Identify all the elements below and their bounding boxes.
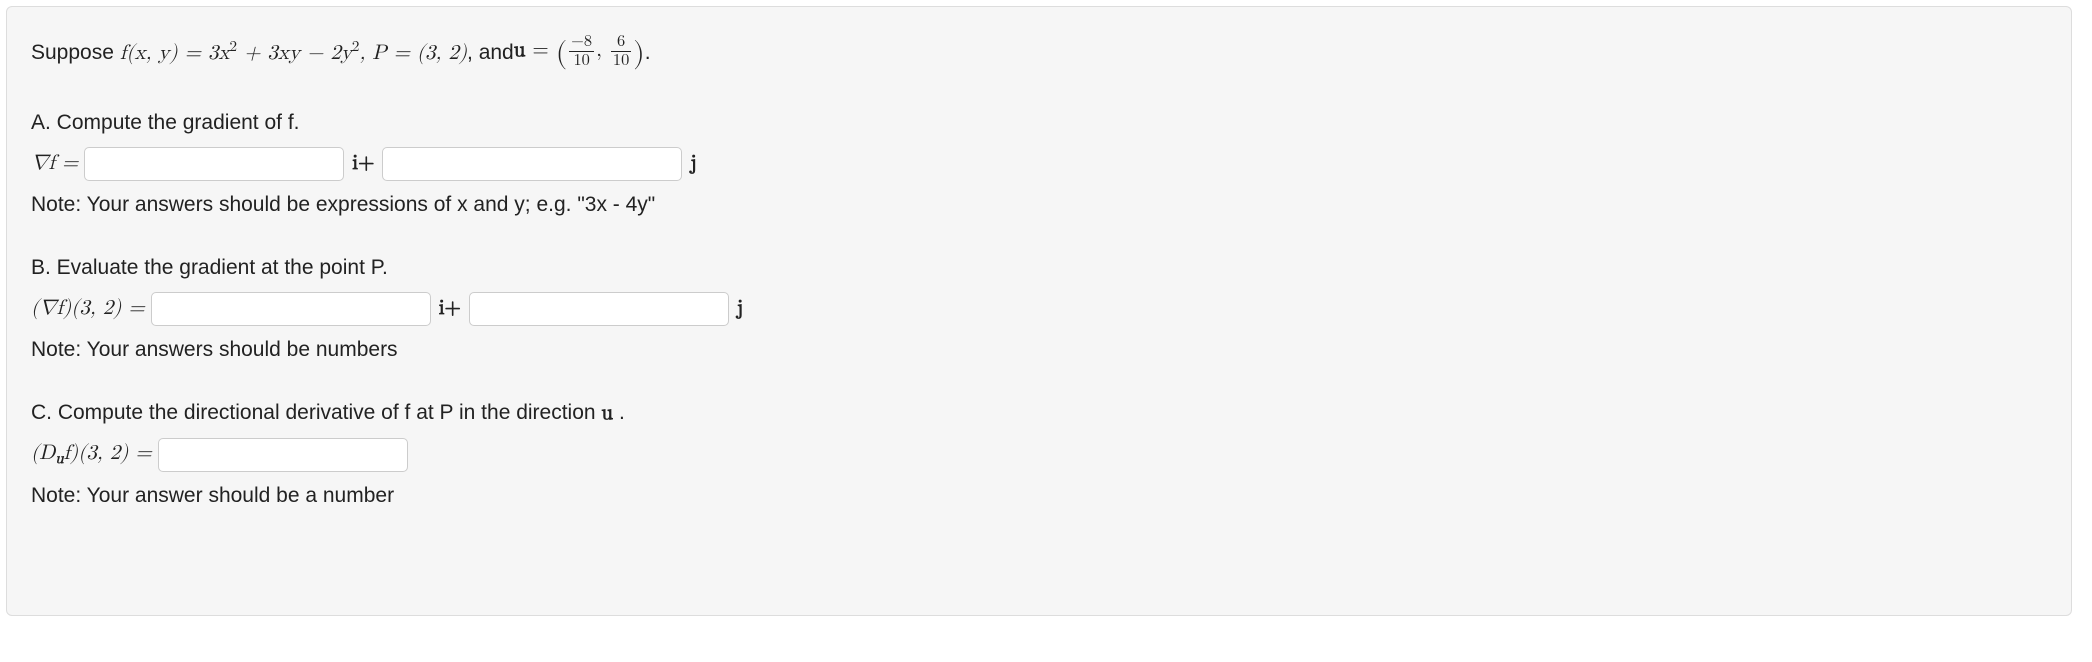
frac1-den: 10 xyxy=(569,52,594,69)
part-c-u: u xyxy=(601,403,613,424)
part-a-prompt: A. Compute the gradient of f. xyxy=(31,107,2047,139)
part-c-post: . xyxy=(613,401,625,424)
grad-j-input[interactable] xyxy=(382,147,682,181)
j-label-b: j xyxy=(737,293,743,325)
fraction-2: 610 xyxy=(609,34,633,70)
fxy: f(x, y) = 3x xyxy=(120,43,230,64)
part-c-note: Note: Your answer should be a number xyxy=(31,480,2047,512)
grad-p-j-input[interactable] xyxy=(469,292,729,326)
grad-at-p-label: (∇f)(3, 2) = xyxy=(31,293,145,325)
grad-i-input[interactable] xyxy=(84,147,344,181)
point-p: , P = (3, 2) xyxy=(359,43,467,64)
lparen-icon: ( xyxy=(556,38,567,68)
part-b-note: Note: Your answers should be numbers xyxy=(31,334,2047,366)
du-sub-u: u xyxy=(55,451,63,466)
i-plus-label-b: i+ xyxy=(439,293,461,325)
directional-deriv-label: (Duf)(3, 2) = xyxy=(31,438,152,471)
part-b-answer-row: (∇f)(3, 2) = i+ j xyxy=(31,292,2047,326)
frac2-den: 10 xyxy=(611,52,631,69)
math-expression: f(x, y) = 3x2 + 3xy − 2y2, P = (3, 2) xyxy=(120,36,467,70)
u-bold: u xyxy=(514,40,526,61)
part-a-note: Note: Your answers should be expressions… xyxy=(31,189,2047,221)
term2: + 3xy − 2y xyxy=(237,43,352,64)
grad-p-i-input[interactable] xyxy=(151,292,431,326)
comma: , xyxy=(596,40,609,61)
part-c-answer-row: (Duf)(3, 2) = xyxy=(31,438,2047,472)
part-c-pre: C. Compute the directional derivative of… xyxy=(31,401,601,424)
problem-container: Suppose f(x, y) = 3x2 + 3xy − 2y2, P = (… xyxy=(6,6,2072,616)
fraction-1: −810 xyxy=(567,34,596,70)
sup1: 2 xyxy=(230,39,238,54)
j-label-a: j xyxy=(690,148,696,180)
du-rest: f)(3, 2) = xyxy=(64,443,152,464)
grad-f-label: ∇f = xyxy=(31,148,78,180)
frac1-num: −8 xyxy=(569,34,594,52)
rparen-icon: ) xyxy=(633,38,644,68)
intro-period: . xyxy=(645,37,651,69)
problem-statement: Suppose f(x, y) = 3x2 + 3xy − 2y2, P = (… xyxy=(31,31,2047,75)
du-open: (D xyxy=(31,443,55,464)
frac2-num: 6 xyxy=(611,34,631,52)
part-b-prompt: B. Evaluate the gradient at the point P. xyxy=(31,252,2047,284)
i-plus-label-a: i+ xyxy=(352,148,374,180)
part-c-prompt: C. Compute the directional derivative of… xyxy=(31,397,2047,430)
directional-deriv-input[interactable] xyxy=(158,438,408,472)
text-and: , and xyxy=(467,37,514,69)
vector-u-eq: u = (−810, 610) xyxy=(514,31,645,75)
part-a-answer-row: ∇f = i+ j xyxy=(31,147,2047,181)
text-suppose: Suppose xyxy=(31,37,114,69)
eq-sign: = xyxy=(525,40,555,61)
